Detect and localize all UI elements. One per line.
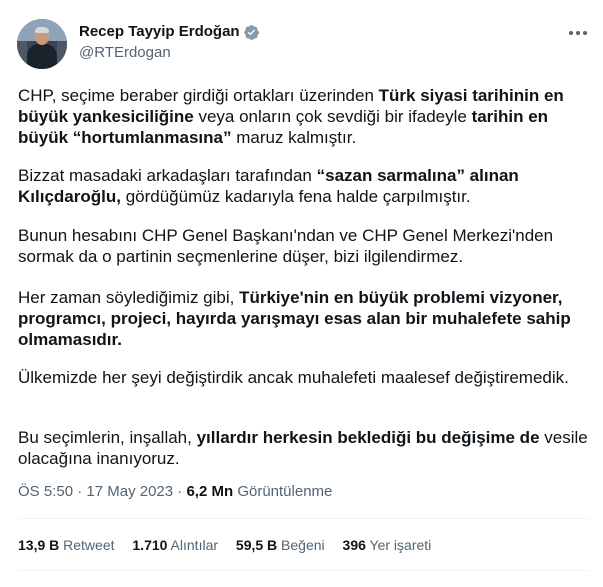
tweet-text-segment: Bunun hesabını CHP Genel Başkanı'ndan ve… bbox=[18, 226, 554, 266]
tweet-text-segment: gördüğümüz kadarıyla fena halde çarpılmı… bbox=[120, 187, 471, 206]
separator-dot: · bbox=[73, 483, 87, 500]
tweet-text-segment: Ülkemizde her şeyi değiştirdik ancak muh… bbox=[18, 368, 569, 387]
quotes-label: Alıntılar bbox=[167, 537, 219, 553]
avatar-figure-right bbox=[57, 41, 67, 69]
bookmarks-count: 396 bbox=[342, 537, 366, 553]
retweets-stat[interactable]: 13,9 B Retweet bbox=[18, 537, 115, 553]
tweet-time[interactable]: ÖS 5:50 bbox=[18, 483, 73, 500]
tweet-paragraph: Bizzat masadaki arkadaşları tarafından “… bbox=[18, 165, 588, 207]
tweet: Recep Tayyip Erdoğan @RTErdogan CHP, seç… bbox=[0, 0, 603, 587]
tweet-paragraph: Ülkemizde her şeyi değiştirdik ancak muh… bbox=[18, 367, 588, 388]
tweet-text-segment: veya onların çok sevdiği bir ifadeyle bbox=[193, 107, 472, 126]
avatar-figure-left bbox=[17, 41, 27, 69]
separator-dot: · bbox=[173, 483, 187, 500]
bookmarks-stat[interactable]: 396 Yer işareti bbox=[343, 537, 432, 553]
likes-label: Beğeni bbox=[277, 537, 325, 553]
tweet-text-segment: Bu seçimlerin, inşallah, bbox=[18, 428, 197, 447]
avatar-hair bbox=[35, 27, 49, 33]
avatar-body bbox=[27, 44, 57, 69]
bookmarks-label: Yer işareti bbox=[365, 537, 432, 553]
tweet-stats: 13,9 B Retweet 1.710 Alıntılar 59,5 B Be… bbox=[18, 537, 445, 553]
likes-count: 59,5 B bbox=[235, 537, 278, 553]
tweet-paragraph: Her zaman söylediğimiz gibi, Türkiye'nin… bbox=[18, 287, 588, 350]
quotes-stat[interactable]: 1.710 Alıntılar bbox=[132, 537, 218, 553]
views-label: Görüntülenme bbox=[233, 483, 333, 500]
tweet-paragraph: Bu seçimlerin, inşallah, yıllardır herke… bbox=[18, 427, 588, 469]
tweet-text-bold: yıllardır herkesin beklediği bu değişime… bbox=[196, 428, 540, 447]
verified-badge-icon[interactable] bbox=[243, 24, 260, 41]
divider bbox=[18, 570, 588, 571]
author-name[interactable]: Recep Tayyip Erdoğan bbox=[79, 23, 240, 40]
avatar[interactable] bbox=[17, 19, 67, 69]
retweets-count: 13,9 B bbox=[18, 537, 60, 553]
quotes-count: 1.710 bbox=[132, 537, 168, 553]
tweet-paragraph: Bunun hesabını CHP Genel Başkanı'ndan ve… bbox=[18, 225, 588, 267]
likes-stat[interactable]: 59,5 B Beğeni bbox=[236, 537, 325, 553]
retweets-label: Retweet bbox=[59, 537, 115, 553]
tweet-paragraph: CHP, seçime beraber girdiği ortakları üz… bbox=[18, 85, 588, 148]
tweet-meta: ÖS 5:50 · 17 May 2023 · 6,2 Mn Görüntüle… bbox=[18, 483, 332, 500]
tweet-text-segment: maruz kalmıştır. bbox=[231, 128, 357, 147]
tweet-date[interactable]: 17 May 2023 bbox=[86, 483, 173, 500]
divider bbox=[18, 518, 588, 519]
tweet-text-segment: Bizzat masadaki arkadaşları tarafından bbox=[18, 166, 317, 185]
tweet-text-segment: CHP, seçime beraber girdiği ortakları üz… bbox=[18, 86, 379, 105]
more-options-icon[interactable] bbox=[569, 24, 589, 42]
author-handle[interactable]: @RTErdogan bbox=[79, 44, 171, 61]
tweet-text-segment: Her zaman söylediğimiz gibi, bbox=[18, 288, 240, 307]
views-count: 6,2 Mn bbox=[186, 483, 234, 500]
